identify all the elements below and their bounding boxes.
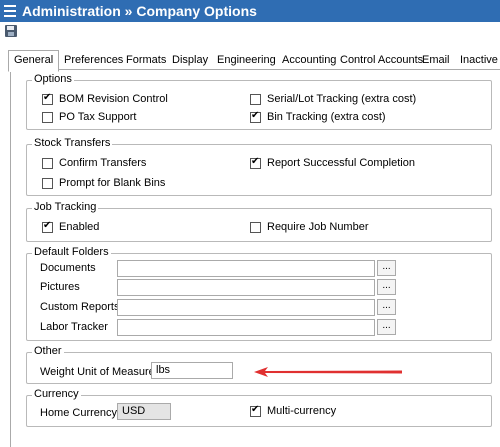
- checkbox-label: Serial/Lot Tracking (extra cost): [267, 93, 417, 105]
- job-tracking-enabled-checkbox[interactable]: Enabled: [42, 220, 100, 233]
- tab-control-accounts[interactable]: Control Accounts: [340, 52, 423, 69]
- checkbox-box[interactable]: [42, 157, 53, 169]
- bom-revision-control-checkbox[interactable]: BOM Revision Control: [42, 92, 168, 105]
- checkbox-label: Bin Tracking (extra cost): [267, 111, 386, 123]
- checkbox-box[interactable]: [42, 92, 53, 105]
- tab-email[interactable]: Email: [422, 52, 450, 69]
- options-legend: Options: [32, 73, 74, 86]
- tab-formats[interactable]: Formats: [126, 52, 166, 69]
- tab-inactive[interactable]: Inactive: [460, 52, 498, 69]
- weight-unit-label: Weight Unit of Measure: [40, 366, 155, 378]
- documents-folder-input[interactable]: [117, 260, 375, 277]
- save-icon[interactable]: [5, 25, 17, 37]
- tab-accounting[interactable]: Accounting: [282, 52, 336, 69]
- red-arrow-annotation: [254, 367, 402, 377]
- prompt-blank-bins-checkbox[interactable]: Prompt for Blank Bins: [42, 177, 165, 189]
- labor-tracker-browse-button[interactable]: ...: [377, 319, 396, 335]
- checkbox-label: BOM Revision Control: [59, 93, 168, 105]
- other-legend: Other: [32, 345, 64, 358]
- tab-preferences[interactable]: Preferences: [64, 52, 123, 69]
- checkbox-box[interactable]: [250, 221, 261, 233]
- documents-label: Documents: [40, 262, 96, 274]
- serial-lot-tracking-checkbox[interactable]: Serial/Lot Tracking (extra cost): [250, 93, 416, 105]
- documents-browse-button[interactable]: ...: [377, 260, 396, 276]
- hamburger-menu-icon[interactable]: [4, 5, 16, 17]
- po-tax-support-checkbox[interactable]: PO Tax Support: [42, 111, 136, 123]
- bin-tracking-checkbox[interactable]: Bin Tracking (extra cost): [250, 110, 386, 123]
- checkbox-box[interactable]: [250, 110, 261, 123]
- pictures-browse-button[interactable]: ...: [377, 279, 396, 295]
- checkbox-label: Confirm Transfers: [59, 157, 147, 169]
- multi-currency-checkbox[interactable]: Multi-currency: [250, 404, 337, 417]
- toolbar: [0, 22, 500, 42]
- labor-tracker-label: Labor Tracker: [40, 321, 108, 333]
- confirm-transfers-checkbox[interactable]: Confirm Transfers: [42, 157, 146, 169]
- stock-transfers-legend: Stock Transfers: [32, 137, 113, 150]
- default-folders-legend: Default Folders: [32, 246, 111, 259]
- title-bar: Administration » Company Options: [0, 0, 500, 22]
- tab-engineering[interactable]: Engineering: [217, 52, 276, 69]
- pictures-label: Pictures: [40, 281, 80, 293]
- job-tracking-legend: Job Tracking: [32, 201, 99, 214]
- checkbox-label: Report Successful Completion: [267, 157, 415, 169]
- checkbox-label: Require Job Number: [267, 221, 369, 233]
- tab-general[interactable]: General: [8, 50, 60, 72]
- checkbox-box[interactable]: [42, 177, 53, 189]
- checkbox-box[interactable]: [42, 111, 53, 123]
- checkbox-box[interactable]: [42, 220, 53, 233]
- custom-reports-browse-button[interactable]: ...: [377, 299, 396, 315]
- checkbox-label: Prompt for Blank Bins: [59, 177, 166, 189]
- weight-unit-input[interactable]: lbs: [151, 362, 233, 379]
- checkbox-label: Enabled: [59, 221, 100, 233]
- checkbox-label: PO Tax Support: [59, 111, 137, 123]
- currency-legend: Currency: [32, 388, 81, 401]
- home-currency-input[interactable]: USD: [117, 403, 171, 420]
- require-job-number-checkbox[interactable]: Require Job Number: [250, 221, 369, 233]
- home-currency-label: Home Currency: [40, 407, 118, 419]
- custom-reports-label: Custom Reports: [40, 301, 120, 313]
- checkbox-label: Multi-currency: [267, 405, 337, 417]
- checkbox-box[interactable]: [250, 404, 261, 417]
- checkbox-box[interactable]: [250, 156, 261, 169]
- tab-display[interactable]: Display: [172, 52, 208, 69]
- labor-tracker-folder-input[interactable]: [117, 319, 375, 336]
- tab-strip: General Preferences Formats Display Engi…: [8, 50, 500, 72]
- window-title: Administration » Company Options: [22, 3, 257, 19]
- custom-reports-folder-input[interactable]: [117, 299, 375, 316]
- pictures-folder-input[interactable]: [117, 279, 375, 296]
- report-successful-completion-checkbox[interactable]: Report Successful Completion: [250, 156, 415, 169]
- checkbox-box[interactable]: [250, 93, 261, 105]
